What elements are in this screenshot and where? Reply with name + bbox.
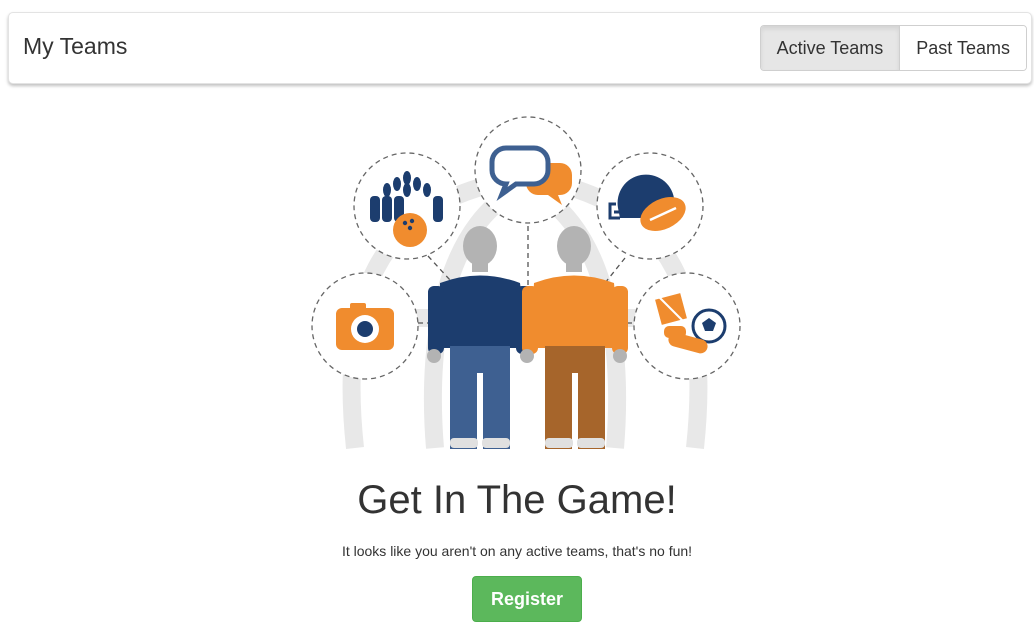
empty-state-message: It looks like you aren't on any active t…	[341, 543, 693, 559]
camera-icon	[311, 272, 419, 380]
bowling-icon	[353, 152, 461, 260]
active-teams-button[interactable]: Active Teams	[760, 26, 900, 70]
get-in-the-game-illustration	[311, 116, 741, 449]
empty-state-headline: Get In The Game!	[357, 478, 677, 522]
page-title: My Teams	[23, 33, 128, 59]
football-helmet-icon	[596, 152, 704, 260]
past-teams-button[interactable]: Past Teams	[899, 26, 1026, 70]
register-button[interactable]: Register	[472, 576, 582, 622]
person-left-figure	[428, 226, 532, 449]
soccer-gear-icon	[633, 272, 741, 380]
page-header: My Teams Active Teams Past Teams	[8, 12, 1032, 84]
chat-bubbles-icon	[474, 116, 582, 224]
team-filter-toggle: Active Teams Past Teams	[759, 25, 1027, 71]
